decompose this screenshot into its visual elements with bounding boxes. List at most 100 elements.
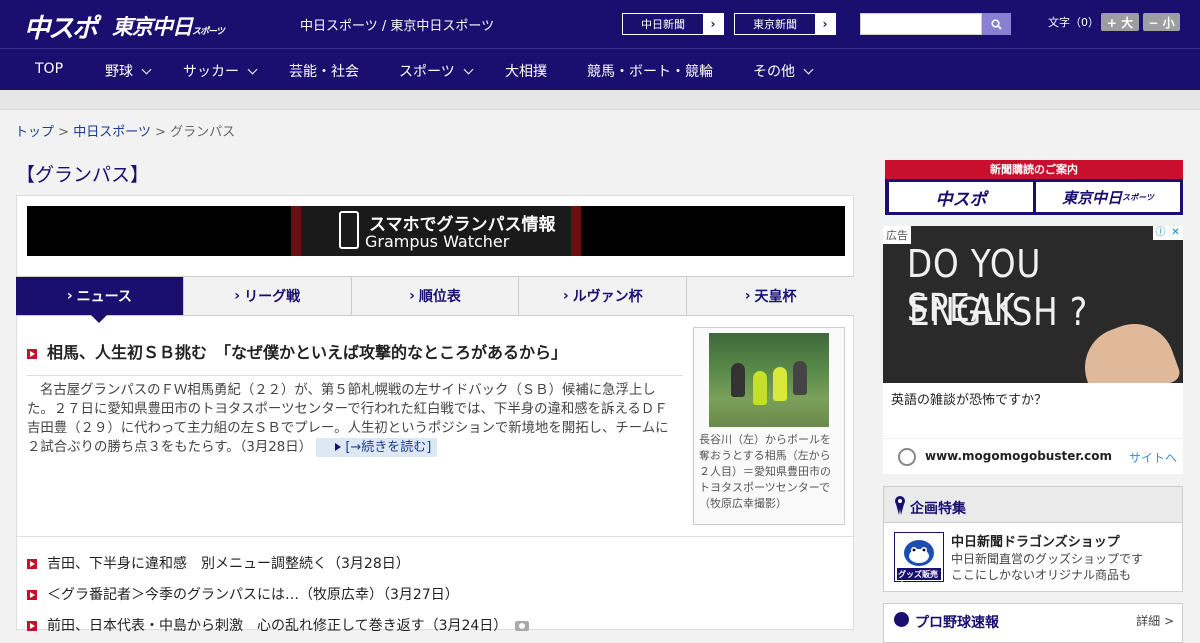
chunichi-shimbun-label: 中日新聞 [641,18,685,31]
top-header: 中スポ 東京中日スポーツ 中日スポーツ / 東京中日スポーツ 中日新聞 › 東京… [0,0,1200,48]
chunichi-shimbun-link[interactable]: 中日新聞 › [622,13,724,35]
search-button[interactable] [982,13,1011,35]
ad-chalk-line2: ENGLISH ? [909,290,1089,334]
breadcrumb-current: グランパス [170,125,236,140]
nav-item-entertainment[interactable]: 芸能・社会 [289,61,359,81]
tokyo-chunichi-logo[interactable]: 東京中日スポーツ [112,11,225,41]
breadcrumb-top[interactable]: トップ [15,125,54,140]
chuspo-logo[interactable]: 中スポ [24,8,98,45]
shop-image[interactable]: グッズ販売中 [894,532,944,590]
tab-standings[interactable]: › 順位表 [351,277,520,315]
sub-logo-small: スポーツ [1122,192,1154,202]
lead-photo[interactable] [709,333,829,427]
news-list: 吉田、下半身に違和感 別メニュー調整続く（3月28日） ＜グラ番記者＞今季のグラ… [17,536,853,634]
banner-content: スマホでグランパス情報 Grampus Watcher [291,206,581,256]
list-item[interactable]: 吉田、下半身に違和感 別メニュー調整続く（3月28日） [27,553,410,573]
shop-desc-line: ここにしかないオリジナル商品も [951,568,1132,582]
baseball-icon [894,612,909,627]
grampus-watcher-banner[interactable]: スマホでグランパス情報 Grampus Watcher [27,206,845,256]
chevron-right-icon: › [562,288,569,304]
shop-desc: 中日新聞直営のグッズショップです ここにしかないオリジナル商品も [951,551,1143,583]
nav-label: その他 [753,64,795,80]
chevron-right-icon: › [234,288,241,304]
bullet-icon [27,348,37,359]
ad-choices[interactable]: ⓘ ✕ [1153,226,1183,240]
chevron-right-icon: › [703,14,723,34]
play-icon [335,443,342,451]
chevron-right-icon: › [815,14,835,34]
list-item[interactable]: ＜グラ番記者＞今季のグランパスには…（牧原広幸）（3月27日） [27,584,459,604]
font-bigger-button[interactable]: + 大 [1101,13,1139,31]
ad-label: 広告 [883,226,911,244]
banner-line2: Grampus Watcher [365,232,510,251]
ribbon-icon [895,496,905,515]
news-item-text: 前田、日本代表・中島から刺激 心の乱れ修正して巻き返す（3月24日） [47,618,508,634]
subscribe-tokyo[interactable]: 東京中日 スポーツ [1036,182,1180,212]
tab-levain-cup[interactable]: › ルヴァン杯 [519,277,688,315]
nav-item-racing[interactable]: 競馬・ボート・競輪 [587,61,713,81]
font-smaller-button[interactable]: − 小 [1143,13,1180,31]
nav-item-other[interactable]: その他 [753,61,814,81]
sub-logo-text: 東京中日 [1062,188,1123,207]
search-input[interactable] [860,13,982,35]
sub-bar [0,90,1200,110]
baseball-title: プロ野球速報 [915,615,999,631]
ad-url: www.mogomogobuster.com [925,449,1112,463]
ad-image[interactable]: DO YOU SPEAK ENGLISH ? 広告 ⓘ ✕ [883,226,1183,383]
tab-league[interactable]: › リーグ戦 [183,277,352,315]
chevron-down-icon [803,64,814,75]
player-figure [773,367,787,401]
breadcrumb-section[interactable]: 中日スポーツ [73,125,151,140]
ad-text: 英語の雑談が恐怖ですか？ [891,393,1048,408]
tab-label: 天皇杯 [754,289,797,305]
feature-header: 企画特集 [884,487,1182,523]
smartphone-icon [339,211,359,249]
chevron-right-icon: › [409,288,415,304]
news-item-text: ＜グラ番記者＞今季のグランパスには…（牧原広幸）（3月27日） [47,587,459,603]
tab-emperors-cup[interactable]: › 天皇杯 [687,277,854,315]
nav-label: スポーツ [399,64,455,80]
player-figure [753,371,767,405]
nav-item-baseball[interactable]: 野球 [105,61,152,81]
tab-label: ニュース [76,289,132,305]
tokyo-logo-sub: スポーツ [192,27,225,37]
lead-article-title[interactable]: 相馬、人生初ＳＢ挑む 「なぜ僕かといえば攻撃的なところがあるから」 [27,339,683,376]
nav-label: サッカー [183,64,239,80]
globe-icon [898,448,916,466]
ad-box[interactable]: DO YOU SPEAK ENGLISH ? 広告 ⓘ ✕ 英語の雑談が恐怖ですか… [883,226,1183,474]
list-item[interactable]: 前田、日本代表・中島から刺激 心の乱れ修正して巻き返す（3月24日） [27,615,530,635]
chevron-right-icon: › [66,288,73,304]
nav-item-soccer[interactable]: サッカー [183,61,258,81]
nav-item-sumo[interactable]: 大相撲 [505,61,547,81]
subscription-box[interactable]: 新聞購読のご案内 中スポ 東京中日 スポーツ [885,160,1183,215]
tab-news[interactable]: › ニュース [16,277,184,323]
main-nav: TOP 野球 サッカー 芸能・社会 スポーツ 大相撲 競馬・ボート・競輪 その他 [0,48,1200,90]
shop-img-label: グッズ販売中 [898,570,938,590]
lead-photo-box: 長谷川（左）からボールを奪おうとする相馬（左から２人目）＝愛知県豊田市のトヨタス… [693,327,845,525]
baseball-detail-link[interactable]: 詳細 > [1136,612,1174,629]
breadcrumb-sep: > [155,125,166,140]
ad-site-link[interactable]: サイトへ [1129,449,1177,466]
tab-label: リーグ戦 [244,289,301,305]
nav-item-top[interactable]: TOP [35,61,63,77]
baseball-scores-box: プロ野球速報 詳細 > [883,603,1183,643]
page-title: 【グランパス】 [16,164,150,186]
shop-desc-line: 中日新聞直営のグッズショップです [951,552,1144,566]
nav-label: 野球 [105,64,133,80]
font-size-label: 文字（0） [1048,16,1099,29]
site-names: 中日スポーツ / 東京中日スポーツ [300,19,495,34]
subscription-heading: 新聞購読のご案内 [885,160,1183,179]
shop-name[interactable]: 中日新聞ドラゴンズショップ [951,531,1120,550]
photo-caption: 長谷川（左）からボールを奪おうとする相馬（左から２人目）＝愛知県豊田市のトヨタス… [699,433,831,510]
lead-title-text: 相馬、人生初ＳＢ挑む 「なぜ僕かといえば攻撃的なところがあるから」 [47,343,568,362]
ad-footer: www.mogomogobuster.com サイトへ [883,438,1183,474]
tokyo-shimbun-link[interactable]: 東京新聞 › [734,13,836,35]
read-more-link[interactable]: [→続きを読む] [316,438,438,457]
nav-item-sports[interactable]: スポーツ [399,61,474,81]
close-icon[interactable]: ✕ [1168,226,1183,240]
nav-label: 競馬・ボート・競輪 [587,64,713,80]
subscribe-chuspo[interactable]: 中スポ [889,182,1033,212]
tokyo-shimbun-label: 東京新聞 [753,18,797,31]
info-icon[interactable]: ⓘ [1153,226,1168,240]
nav-label: TOP [35,61,64,77]
